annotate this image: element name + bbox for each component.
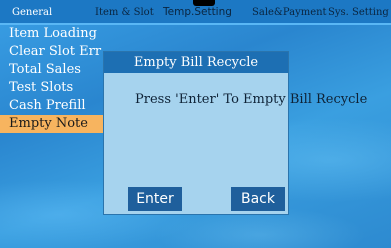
dialog-message: Press 'Enter' To Empty Bill Recycle	[135, 92, 368, 107]
side-menu: Item Loading Clear Slot Err Total Sales …	[0, 25, 108, 133]
tab-temp-setting[interactable]: Temp.Setting	[163, 6, 232, 18]
menu-item-cash-prefill[interactable]: Cash Prefill	[0, 97, 108, 115]
enter-button[interactable]: Enter	[128, 187, 182, 211]
dialog-title: Empty Bill Recycle	[104, 52, 288, 73]
menu-item-test-slots[interactable]: Test Slots	[0, 79, 108, 97]
tab-sys-setting[interactable]: Sys. Setting	[328, 7, 389, 19]
menu-item-total-sales[interactable]: Total Sales	[0, 61, 108, 79]
menu-item-item-loading[interactable]: Item Loading	[0, 25, 108, 43]
menu-item-empty-note[interactable]: Empty Note	[0, 115, 108, 133]
tab-general[interactable]: General	[12, 7, 52, 19]
back-button[interactable]: Back	[231, 187, 285, 211]
tab-sale-payment[interactable]: Sale&Payment	[252, 7, 327, 19]
menu-item-clear-slot-err[interactable]: Clear Slot Err	[0, 43, 108, 61]
tab-item-slot[interactable]: Item & Slot	[95, 7, 154, 19]
screen-background: General Item & Slot Temp.Setting Sale&Pa…	[0, 0, 391, 248]
